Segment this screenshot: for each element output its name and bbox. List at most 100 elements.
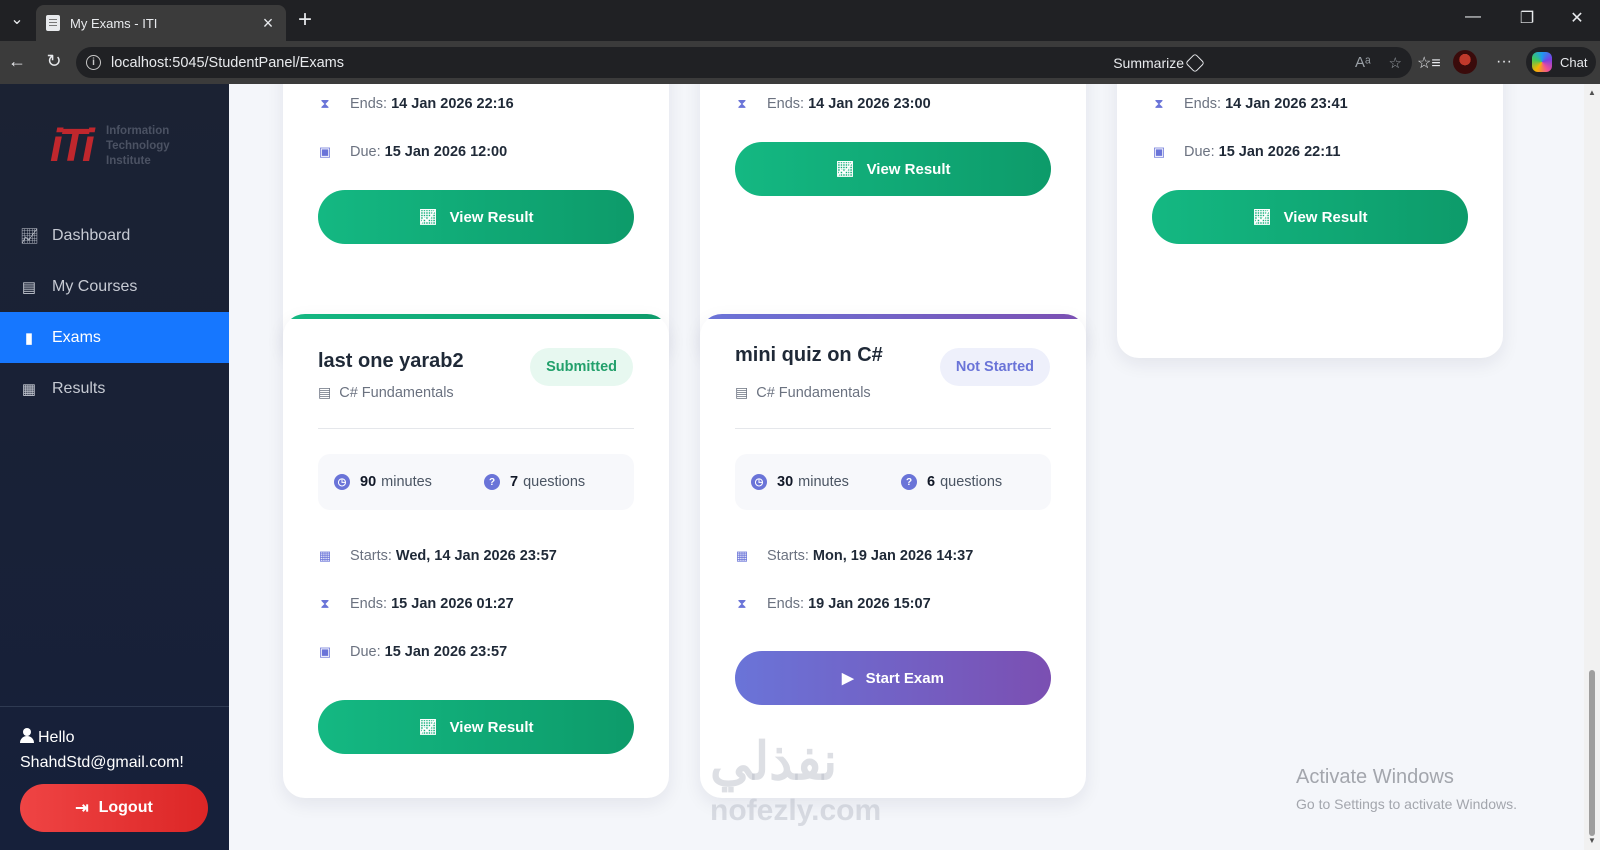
ends-row: ⧗ Ends: 14 Jan 2026 23:41 (1152, 96, 1347, 112)
clock-icon: ◷ (751, 474, 767, 490)
hourglass-icon: ⧗ (320, 96, 330, 111)
file-icon: ▮ (24, 329, 34, 347)
more-menu-icon[interactable]: ··· (1496, 53, 1512, 71)
url-field[interactable]: i localhost:5045/StudentPanel/Exams Summ… (76, 47, 1412, 78)
back-arrow-icon[interactable]: ← (6, 51, 28, 72)
user-greeting: Hello ShahdStd@gmail.com! (20, 725, 184, 775)
user-icon (20, 728, 34, 743)
main-content: ⧗ Ends: 14 Jan 2026 22:16 ▣ Due: 15 Jan 20… (229, 84, 1584, 850)
questions-stat: ? 7 questions (484, 474, 585, 490)
hourglass-icon: ⧗ (320, 596, 330, 611)
tab-list-chevron-icon[interactable]: ⌄ (6, 8, 28, 30)
course-name: ▤ C# Fundamentals (735, 384, 871, 401)
starts-row: ▦ Starts: Mon, 19 Jan 2026 14:37 (735, 548, 974, 564)
page-favicon-icon (46, 15, 60, 31)
iti-logo-mark: iTi (50, 119, 95, 171)
chat-label: Chat (1560, 54, 1588, 70)
hourglass-icon: ⧗ (737, 596, 747, 611)
chart-line-icon: 📈︎ (835, 161, 855, 178)
book-icon: ▤ (318, 384, 332, 400)
vertical-scrollbar[interactable]: ▲ ▼ (1584, 84, 1600, 850)
sidebar-divider (0, 706, 229, 707)
chart-line-icon: 📈︎ (20, 227, 40, 245)
chart-line-icon: 📈︎ (1252, 209, 1272, 226)
status-badge: Not Started (939, 348, 1050, 386)
calendar-icon: ▦ (735, 548, 749, 563)
scroll-down-icon[interactable]: ▼ (1588, 836, 1596, 845)
sidebar-item-my-courses[interactable]: ▤ My Courses (0, 261, 229, 312)
ends-row: ⧗ Ends: 19 Jan 2026 15:07 (735, 596, 930, 612)
url-text[interactable]: localhost:5045/StudentPanel/Exams (111, 55, 344, 71)
view-result-button[interactable]: 📈︎ View Result (735, 142, 1051, 196)
play-icon: ▶ (842, 670, 854, 687)
browser-tab[interactable]: My Exams - ITI × (36, 5, 286, 41)
card-divider (735, 428, 1051, 429)
hourglass-icon: ⧗ (737, 96, 747, 111)
clock-icon: ◷ (334, 474, 350, 490)
tab-title: My Exams - ITI (70, 15, 158, 31)
window-close-icon[interactable]: ✕ (1554, 8, 1600, 28)
favorite-star-icon[interactable]: ☆ (1389, 54, 1402, 72)
card-status-bar (283, 314, 669, 319)
iti-logo: iTi Information Technology Institute (50, 110, 190, 180)
summarize-button[interactable]: Summarize (1113, 47, 1205, 78)
exam-title: last one yarab2 (318, 350, 464, 372)
sidebar-item-label: Dashboard (52, 226, 131, 244)
status-badge: Submitted (530, 348, 633, 386)
restore-icon[interactable]: ❐ (1504, 8, 1550, 28)
browser-tabbar: ⌄ My Exams - ITI × + — ❐ ✕ (0, 0, 1600, 41)
view-result-button[interactable]: 📈︎ View Result (1152, 190, 1468, 244)
close-icon[interactable]: × (260, 14, 276, 32)
logo-text: Information Technology Institute (106, 125, 170, 167)
favorites-icon[interactable]: ☆≡ (1417, 53, 1441, 73)
logout-label: Logout (98, 799, 153, 816)
sidebar-item-results[interactable]: ▦ Results (0, 363, 229, 414)
address-bar: ← ↻ i localhost:5045/StudentPanel/Exams … (0, 41, 1600, 84)
summarize-label: Summarize (1113, 54, 1184, 71)
questions-stat: ? 6 questions (901, 474, 1002, 490)
due-row: ▣ Due: 15 Jan 2026 23:57 (318, 644, 508, 660)
profile-avatar[interactable] (1453, 50, 1477, 74)
greeting-text: Hello (38, 729, 75, 746)
read-aloud-icon[interactable]: Aᵃ (1355, 54, 1371, 71)
refresh-icon[interactable]: ↻ (43, 51, 65, 72)
sidebar-nav: 📈︎ Dashboard ▤ My Courses ▮ Exams ▦ Resu… (0, 210, 229, 414)
summarize-icon (1185, 52, 1205, 73)
hourglass-icon: ⧗ (1154, 96, 1164, 111)
logout-button[interactable]: ⇥ Logout (20, 784, 208, 832)
site-info-icon[interactable]: i (86, 55, 101, 70)
exam-stats: ◷ 90 minutes ? 7 questions (318, 454, 634, 510)
exam-stats: ◷ 30 minutes ? 6 questions (735, 454, 1051, 510)
copilot-icon (1532, 52, 1552, 72)
view-result-button[interactable]: 📈︎ View Result (318, 700, 634, 754)
due-row: ▣ Due: 15 Jan 2026 22:11 (1152, 144, 1341, 160)
view-result-button[interactable]: 📈︎ View Result (318, 190, 634, 244)
sidebar-item-label: Results (52, 379, 106, 397)
sidebar-item-dashboard[interactable]: 📈︎ Dashboard (0, 210, 229, 261)
calendar-icon: ▦ (318, 548, 332, 563)
card-divider (318, 428, 634, 429)
new-tab-plus-icon[interactable]: + (298, 8, 312, 32)
calendar-x-icon: ▣ (318, 644, 332, 659)
chart-line-icon: 📈︎ (418, 209, 438, 226)
sidebar-item-exams[interactable]: ▮ Exams (0, 312, 229, 363)
question-icon: ? (901, 474, 917, 490)
scroll-up-icon[interactable]: ▲ (1588, 88, 1596, 97)
sign-out-icon: ⇥ (75, 800, 89, 817)
minimize-icon[interactable]: — (1450, 8, 1496, 26)
start-exam-button[interactable]: ▶ Start Exam (735, 651, 1051, 705)
due-row: ▣ Due: 15 Jan 2026 12:00 (318, 144, 508, 160)
duration-stat: ◷ 30 minutes (751, 474, 901, 490)
ends-row: ⧗ Ends: 14 Jan 2026 22:16 (318, 96, 513, 112)
book-icon: ▤ (735, 384, 749, 400)
copilot-chat-button[interactable]: Chat (1526, 47, 1596, 77)
sidebar-item-label: My Courses (52, 277, 138, 295)
duration-stat: ◷ 90 minutes (334, 474, 484, 490)
activate-windows-title: Activate Windows (1296, 766, 1454, 788)
activate-windows-subtitle: Go to Settings to activate Windows. (1296, 796, 1517, 812)
book-icon: ▤ (21, 278, 37, 296)
scroll-thumb[interactable] (1589, 670, 1595, 836)
watermark: نفذلي nofezly.com (710, 733, 882, 827)
exam-card: last one yarab2 ▤ C# Fundamentals Submit… (283, 314, 669, 798)
calendar-x-icon: ▣ (1152, 144, 1166, 159)
